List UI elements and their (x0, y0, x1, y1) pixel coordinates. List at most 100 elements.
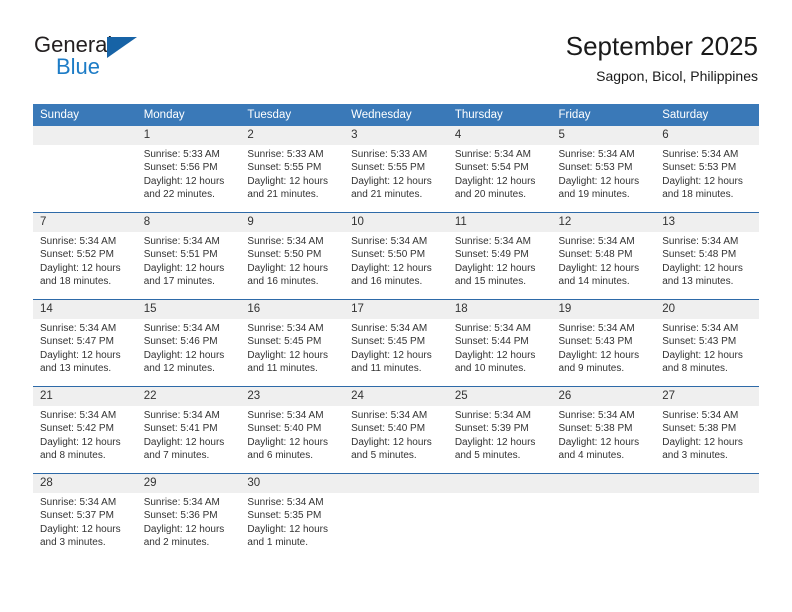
sunset-time: Sunset: 5:40 PM (351, 423, 426, 435)
calendar-week-row: 1 Sunrise: 5:33 AM Sunset: 5:56 PM Daylight… (33, 126, 759, 213)
calendar-day-cell-empty (447, 473, 552, 560)
day-details: Sunrise: 5:34 AM Sunset: 5:53 PM Daylight:… (655, 145, 759, 202)
sunrise-time: Sunrise: 5:34 AM (143, 323, 220, 334)
calendar-day-cell[interactable]: 11 Sunrise: 5:34 AM Sunset: 5:49 PM Dayligh… (447, 212, 552, 300)
sunset-time: Sunset: 5:50 PM (351, 249, 426, 261)
generalblue-logo[interactable]: General Blue (34, 32, 174, 88)
daylight-duration-line2: and 1 minute. (247, 537, 309, 549)
day-number: 9 (240, 213, 345, 232)
daylight-duration-line2: and 3 minutes. (40, 537, 106, 549)
sunset-time: Sunset: 5:49 PM (454, 249, 529, 261)
daylight-duration-line2: and 10 minutes. (454, 363, 526, 375)
day-details: Sunrise: 5:34 AM Sunset: 5:50 PM Daylight:… (240, 232, 344, 289)
calendar-day-cell[interactable]: 5 Sunrise: 5:34 AM Sunset: 5:53 PM Daylight… (551, 126, 656, 213)
sunset-time: Sunset: 5:38 PM (558, 423, 633, 435)
daylight-duration-line1: Daylight: 12 hours (662, 349, 743, 361)
daylight-duration-line1: Daylight: 12 hours (247, 262, 329, 274)
sunset-time: Sunset: 5:43 PM (558, 336, 633, 348)
calendar-day-cell[interactable]: 24 Sunrise: 5:34 AM Sunset: 5:40 PM Dayligh… (344, 386, 448, 474)
sunset-time: Sunset: 5:47 PM (40, 336, 114, 348)
calendar-day-cell[interactable]: 22 Sunrise: 5:34 AM Sunset: 5:41 PM Dayligh… (136, 386, 241, 474)
sunset-time: Sunset: 5:55 PM (247, 162, 322, 174)
sunset-time: Sunset: 5:45 PM (351, 336, 426, 348)
calendar-day-cell[interactable]: 2 Sunrise: 5:33 AM Sunset: 5:55 PM Daylight… (240, 126, 345, 213)
calendar-day-cell[interactable]: 28 Sunrise: 5:34 AM Sunset: 5:37 PM Dayligh… (33, 473, 137, 560)
day-details: Sunrise: 5:34 AM Sunset: 5:53 PM Daylight:… (552, 145, 656, 202)
day-number: 18 (447, 300, 552, 319)
calendar-day-cell[interactable]: 27 Sunrise: 5:34 AM Sunset: 5:38 PM Dayligh… (655, 386, 759, 474)
daylight-duration-line2: and 8 minutes. (40, 450, 106, 462)
calendar-day-cell[interactable]: 16 Sunrise: 5:34 AM Sunset: 5:45 PM Dayligh… (240, 299, 345, 387)
sunrise-time: Sunrise: 5:34 AM (143, 410, 220, 421)
calendar-day-cell[interactable]: 14 Sunrise: 5:34 AM Sunset: 5:47 PM Dayligh… (33, 299, 137, 387)
day-number (551, 474, 656, 493)
daylight-duration-line2: and 13 minutes. (662, 276, 734, 288)
calendar-day-cell[interactable]: 13 Sunrise: 5:34 AM Sunset: 5:48 PM Dayligh… (655, 212, 759, 300)
sunrise-time: Sunrise: 5:34 AM (454, 236, 531, 247)
day-number: 28 (33, 474, 137, 493)
calendar-day-cell[interactable]: 15 Sunrise: 5:34 AM Sunset: 5:46 PM Dayligh… (136, 299, 241, 387)
calendar-body: 1 Sunrise: 5:33 AM Sunset: 5:56 PM Daylight… (33, 126, 759, 560)
calendar-day-cell[interactable]: 20 Sunrise: 5:34 AM Sunset: 5:43 PM Dayligh… (655, 299, 759, 387)
daylight-duration-line2: and 9 minutes. (558, 363, 625, 375)
day-number: 29 (136, 474, 241, 493)
day-number: 24 (344, 387, 448, 406)
day-number: 23 (240, 387, 345, 406)
day-number: 13 (655, 213, 759, 232)
day-number: 10 (344, 213, 448, 232)
calendar-day-cell[interactable]: 29 Sunrise: 5:34 AM Sunset: 5:36 PM Dayligh… (136, 473, 241, 560)
day-number (33, 126, 137, 145)
day-details: Sunrise: 5:34 AM Sunset: 5:44 PM Daylight:… (448, 319, 552, 376)
sunset-time: Sunset: 5:44 PM (454, 336, 529, 348)
daylight-duration-line2: and 4 minutes. (558, 450, 625, 462)
calendar-day-cell[interactable]: 18 Sunrise: 5:34 AM Sunset: 5:44 PM Dayligh… (447, 299, 552, 387)
daylight-duration-line2: and 2 minutes. (143, 537, 210, 549)
sunset-time: Sunset: 5:54 PM (454, 162, 529, 174)
calendar-day-cell[interactable]: 30 Sunrise: 5:34 AM Sunset: 5:35 PM Dayligh… (240, 473, 345, 560)
day-number: 3 (344, 126, 448, 145)
weekday-header-wednesday: Wednesday (344, 104, 448, 126)
daylight-duration-line1: Daylight: 12 hours (454, 175, 536, 187)
calendar-day-cell-empty (551, 473, 656, 560)
calendar-day-cell[interactable]: 9 Sunrise: 5:34 AM Sunset: 5:50 PM Daylight… (240, 212, 345, 300)
calendar-day-cell[interactable]: 19 Sunrise: 5:34 AM Sunset: 5:43 PM Dayligh… (551, 299, 656, 387)
daylight-duration-line1: Daylight: 12 hours (454, 436, 536, 448)
calendar-day-cell[interactable]: 26 Sunrise: 5:34 AM Sunset: 5:38 PM Dayligh… (551, 386, 656, 474)
calendar-day-cell[interactable]: 3 Sunrise: 5:33 AM Sunset: 5:55 PM Daylight… (344, 126, 448, 213)
calendar-grid: Sunday Monday Tuesday Wednesday Thursday… (33, 104, 759, 560)
day-number (344, 474, 448, 493)
daylight-duration-line2: and 12 minutes. (143, 363, 215, 375)
logo-text-blue: Blue (56, 54, 101, 79)
day-number: 16 (240, 300, 345, 319)
calendar-day-cell[interactable]: 10 Sunrise: 5:34 AM Sunset: 5:50 PM Dayligh… (344, 212, 448, 300)
calendar-day-cell[interactable]: 21 Sunrise: 5:34 AM Sunset: 5:42 PM Dayligh… (33, 386, 137, 474)
day-details (33, 145, 137, 148)
daylight-duration-line1: Daylight: 12 hours (247, 436, 329, 448)
day-details (448, 493, 552, 496)
sunrise-time: Sunrise: 5:34 AM (558, 149, 635, 160)
page-header: General Blue September 2025 Sagpon, Bico… (0, 0, 792, 100)
daylight-duration-line2: and 18 minutes. (662, 189, 734, 201)
daylight-duration-line1: Daylight: 12 hours (558, 436, 640, 448)
calendar-day-cell[interactable]: 6 Sunrise: 5:34 AM Sunset: 5:53 PM Daylight… (655, 126, 759, 213)
calendar-day-cell[interactable]: 7 Sunrise: 5:34 AM Sunset: 5:52 PM Daylight… (33, 212, 137, 300)
calendar-day-cell[interactable]: 25 Sunrise: 5:34 AM Sunset: 5:39 PM Dayligh… (447, 386, 552, 474)
daylight-duration-line2: and 3 minutes. (662, 450, 728, 462)
sunrise-time: Sunrise: 5:34 AM (351, 410, 428, 421)
calendar-day-cell[interactable]: 1 Sunrise: 5:33 AM Sunset: 5:56 PM Daylight… (136, 126, 241, 213)
day-number: 25 (447, 387, 552, 406)
calendar-day-cell-empty (344, 473, 448, 560)
daylight-duration-line1: Daylight: 12 hours (247, 349, 329, 361)
daylight-duration-line1: Daylight: 12 hours (143, 262, 225, 274)
day-details: Sunrise: 5:34 AM Sunset: 5:43 PM Daylight:… (552, 319, 656, 376)
day-number: 6 (655, 126, 759, 145)
calendar-day-cell[interactable]: 4 Sunrise: 5:34 AM Sunset: 5:54 PM Daylight… (447, 126, 552, 213)
sunrise-time: Sunrise: 5:33 AM (351, 149, 428, 160)
calendar-day-cell[interactable]: 23 Sunrise: 5:34 AM Sunset: 5:40 PM Dayligh… (240, 386, 345, 474)
sunset-time: Sunset: 5:37 PM (40, 510, 114, 522)
calendar-week-row: 28 Sunrise: 5:34 AM Sunset: 5:37 PM Dayligh… (33, 473, 759, 560)
calendar-day-cell[interactable]: 8 Sunrise: 5:34 AM Sunset: 5:51 PM Daylight… (136, 212, 241, 300)
sunrise-time: Sunrise: 5:34 AM (40, 410, 117, 421)
calendar-day-cell[interactable]: 12 Sunrise: 5:34 AM Sunset: 5:48 PM Dayligh… (551, 212, 656, 300)
calendar-day-cell[interactable]: 17 Sunrise: 5:34 AM Sunset: 5:45 PM Dayligh… (344, 299, 448, 387)
